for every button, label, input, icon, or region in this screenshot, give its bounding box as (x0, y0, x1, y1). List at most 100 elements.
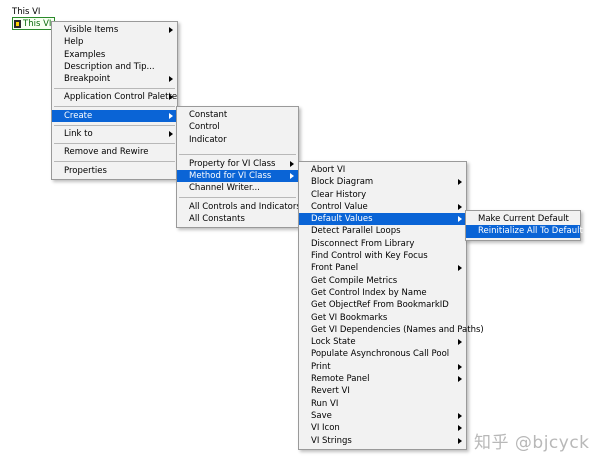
menu-item-all-controls-and-indicators[interactable]: All Controls and Indicators (177, 201, 301, 213)
menu-item-run-vi[interactable]: Run VI (299, 398, 466, 410)
menu-item-label: Abort VI (311, 165, 346, 175)
menu-item-label: Lock State (311, 337, 356, 348)
menu-item-label: Get ObjectRef From BookmarkID (311, 300, 449, 311)
menu-item-property-for-vi-class[interactable]: Property for VI Class (177, 158, 298, 170)
menu-item-description-and-tip[interactable]: Description and Tip... (52, 61, 177, 73)
menu-item-constant[interactable]: Constant (177, 109, 298, 121)
menu-item-label: Revert VI (311, 386, 350, 397)
menu-item-label: Populate Asynchronous Call Pool (311, 349, 450, 360)
menu-item-control[interactable]: Control (177, 121, 298, 133)
menu-item-label: Block Diagram (311, 177, 374, 188)
menu-item-get-control-index-by-name[interactable]: Get Control Index by Name (299, 287, 466, 299)
menu-item-front-panel[interactable]: Front Panel (299, 262, 466, 274)
menu-item-label: Remote Panel (311, 374, 370, 385)
menu-item-label: Run VI (311, 398, 339, 409)
menu-item-label: Get Compile Metrics (311, 275, 398, 286)
menu-item-examples[interactable]: Examples (52, 49, 177, 61)
submenu-arrow-icon (169, 112, 173, 119)
submenu-arrow-icon (169, 94, 173, 101)
menu-item-make-current-default[interactable]: Make Current Default (466, 213, 580, 225)
menu-item-label: Default Values (311, 214, 373, 225)
menu-item-detect-parallel-loops[interactable]: Detect Parallel Loops (299, 225, 466, 237)
menu-item-control-value[interactable]: Control Value (299, 201, 466, 213)
menu-item-reinitialize-all-to-default[interactable]: Reinitialize All To Default (466, 225, 583, 238)
menu-item-create[interactable]: Create (52, 109, 177, 123)
menu-separator (54, 106, 175, 108)
menu-item-label: Get Control Index by Name (311, 287, 427, 298)
submenu-arrow-icon (290, 160, 294, 167)
menu-item-label: Properties (64, 165, 107, 176)
default-values-submenu: Make Current Default Reinitialize All To… (465, 210, 583, 241)
watermark: 知乎 @bjcyck (474, 433, 590, 453)
menu-item-breakpoint[interactable]: Breakpoint (52, 73, 177, 85)
menu-item-label: Clear History (311, 189, 367, 200)
menu-item-label: Breakpoint (64, 74, 111, 85)
menu-item-remote-panel[interactable]: Remote Panel (299, 373, 466, 385)
menu-item-label: Detect Parallel Loops (311, 226, 401, 237)
menu-item-help[interactable]: Help (52, 36, 177, 48)
submenu-arrow-icon (169, 76, 173, 83)
menu-item-find-control-with-key-focus[interactable]: Find Control with Key Focus (299, 250, 466, 262)
menu-item-get-objectref-from-bookmarkid[interactable]: Get ObjectRef From BookmarkID (299, 299, 466, 311)
submenu-arrow-icon (458, 265, 462, 272)
menu-item-label: Reinitialize All To Default (478, 226, 583, 237)
menu-item-remove-and-rewire[interactable]: Remove and Rewire (52, 146, 177, 158)
menu-item-application-control-palette[interactable]: Application Control Palette (52, 91, 177, 103)
menu-item-populate-asynchronous-call-pool[interactable]: Populate Asynchronous Call Pool (299, 348, 466, 360)
menu-item-get-compile-metrics[interactable]: Get Compile Metrics (299, 275, 466, 287)
menu-item-label: Indicator (189, 134, 227, 145)
submenu-arrow-icon (458, 425, 462, 432)
menu-item-label: Channel Writer... (189, 183, 260, 194)
menu-item-block-diagram[interactable]: Block Diagram (299, 176, 466, 188)
menu-item-all-constants[interactable]: All Constants (177, 213, 298, 225)
shortcut-menu: Visible Items Help Examples Description … (51, 21, 178, 180)
menu-item-method-for-vi-class[interactable]: Method for VI Class (177, 170, 298, 183)
menu-item-get-vi-bookmarks[interactable]: Get VI Bookmarks (299, 312, 466, 324)
menu-item-label: Link to (64, 129, 93, 140)
menu-separator (54, 161, 175, 163)
menu-item-label: Make Current Default (478, 214, 569, 224)
menu-item-label: All Constants (189, 214, 245, 225)
menu-item-properties[interactable]: Properties (52, 165, 177, 177)
menu-item-indicator[interactable]: Indicator (177, 134, 298, 146)
this-vi-node-label: This VI (23, 18, 52, 29)
menu-item-label: Constant (189, 110, 228, 120)
create-submenu: Constant Control Indicator Property for … (176, 106, 301, 229)
this-vi-node[interactable]: This VI (12, 17, 56, 30)
menu-item-label: Create (64, 110, 93, 121)
menu-item-revert-vi[interactable]: Revert VI (299, 385, 466, 397)
menu-item-label: Property for VI Class (189, 158, 276, 169)
menu-item-label: Get VI Bookmarks (311, 312, 388, 323)
menu-item-save[interactable]: Save (299, 410, 466, 422)
menu-item-vi-strings[interactable]: VI Strings (299, 435, 466, 447)
menu-item-label: Application Control Palette (64, 92, 178, 103)
menu-item-channel-writer[interactable]: Channel Writer... (177, 182, 298, 194)
vi-title: This VI (12, 7, 41, 17)
submenu-arrow-icon (169, 131, 173, 138)
menu-item-abort-vi[interactable]: Abort VI (299, 164, 466, 176)
menu-item-lock-state[interactable]: Lock State (299, 336, 466, 348)
submenu-arrow-icon (458, 363, 462, 370)
menu-item-vi-icon[interactable]: VI Icon (299, 422, 466, 434)
menu-item-label: Disconnect From Library (311, 238, 415, 249)
menu-item-disconnect-from-library[interactable]: Disconnect From Library (299, 238, 466, 250)
submenu-arrow-icon (458, 179, 462, 186)
menu-item-label: Get VI Dependencies (Names and Paths) (311, 324, 484, 335)
submenu-arrow-icon (458, 216, 462, 223)
menu-item-get-vi-dependencies[interactable]: Get VI Dependencies (Names and Paths) (299, 324, 484, 336)
submenu-arrow-icon (458, 339, 462, 346)
menu-item-visible-items[interactable]: Visible Items (52, 24, 177, 36)
submenu-arrow-icon (290, 173, 294, 180)
menu-item-label: VI Strings (311, 435, 352, 446)
menu-item-default-values[interactable]: Default Values (299, 213, 466, 226)
menu-item-print[interactable]: Print (299, 361, 466, 373)
menu-item-clear-history[interactable]: Clear History (299, 189, 466, 201)
menu-item-label: Control Value (311, 201, 368, 212)
menu-item-label: Print (311, 361, 331, 372)
menu-item-label: Examples (64, 49, 106, 60)
menu-item-label: Method for VI Class (189, 171, 272, 182)
submenu-arrow-icon (458, 376, 462, 383)
menu-item-label: Help (64, 37, 84, 48)
menu-item-label: VI Icon (311, 423, 340, 434)
menu-item-link-to[interactable]: Link to (52, 128, 177, 140)
